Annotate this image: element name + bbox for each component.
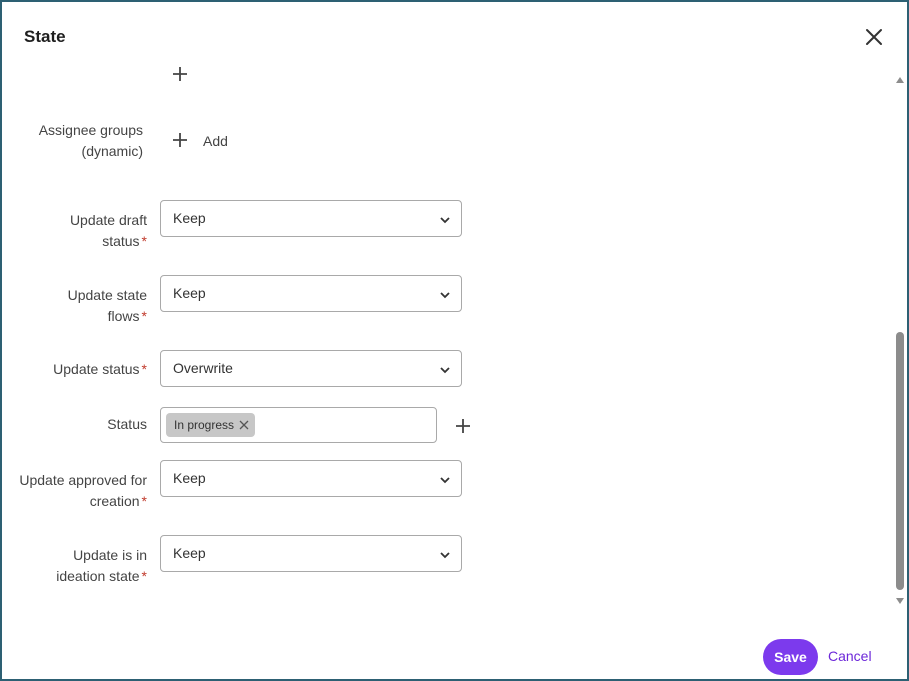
cancel-button[interactable]: Cancel — [828, 648, 872, 664]
update-draft-status-label: Update draft status * — [69, 212, 147, 249]
add-assignee-group-icon[interactable] — [172, 132, 188, 148]
add-status-icon[interactable] — [455, 418, 471, 434]
update-is-in-ideation-state-value: Keep — [173, 545, 206, 561]
plus-icon[interactable] — [172, 66, 188, 82]
chevron-down-icon — [440, 552, 450, 559]
update-status-label: Update status * — [53, 361, 147, 377]
status-label: Status — [107, 416, 147, 432]
vertical-scrollbar[interactable] — [893, 72, 907, 608]
add-assignee-group-button[interactable]: Add — [203, 133, 228, 149]
update-state-flows-select[interactable]: Keep — [160, 275, 462, 312]
scrollbar-thumb[interactable] — [896, 332, 904, 590]
scroll-down-arrow-icon[interactable] — [896, 597, 904, 605]
status-tag-chip: In progress — [166, 413, 256, 437]
status-tag-label: In progress — [174, 418, 235, 432]
chevron-down-icon — [440, 477, 450, 484]
save-button[interactable]: Save — [763, 639, 818, 675]
update-approved-for-creation-label: Update approved for creation * — [19, 472, 147, 509]
update-approved-for-creation-value: Keep — [173, 470, 206, 486]
required-marker: * — [141, 493, 147, 509]
close-icon[interactable] — [863, 26, 885, 48]
update-draft-status-select[interactable]: Keep — [160, 200, 462, 237]
update-state-flows-label: Update state flows * — [67, 287, 147, 324]
status-tag-input[interactable]: In progress — [160, 407, 437, 443]
required-marker: * — [141, 308, 147, 324]
chevron-down-icon — [440, 367, 450, 374]
update-status-select[interactable]: Overwrite — [160, 350, 462, 387]
update-is-in-ideation-state-label: Update is in ideation state * — [56, 547, 147, 584]
state-dialog: State Assignee groups (dynamic) Add Upda… — [0, 0, 909, 681]
dialog-title: State — [24, 27, 66, 46]
update-draft-status-value: Keep — [173, 210, 206, 226]
update-approved-for-creation-select[interactable]: Keep — [160, 460, 462, 497]
update-status-value: Overwrite — [173, 360, 233, 376]
required-marker: * — [141, 361, 147, 377]
chevron-down-icon — [440, 292, 450, 299]
remove-tag-icon[interactable] — [239, 420, 249, 430]
required-marker: * — [141, 233, 147, 249]
assignee-groups-label: Assignee groups (dynamic) — [38, 122, 143, 159]
required-marker: * — [141, 568, 147, 584]
update-is-in-ideation-state-select[interactable]: Keep — [160, 535, 462, 572]
scroll-up-arrow-icon[interactable] — [896, 76, 904, 84]
update-state-flows-value: Keep — [173, 285, 206, 301]
chevron-down-icon — [440, 217, 450, 224]
